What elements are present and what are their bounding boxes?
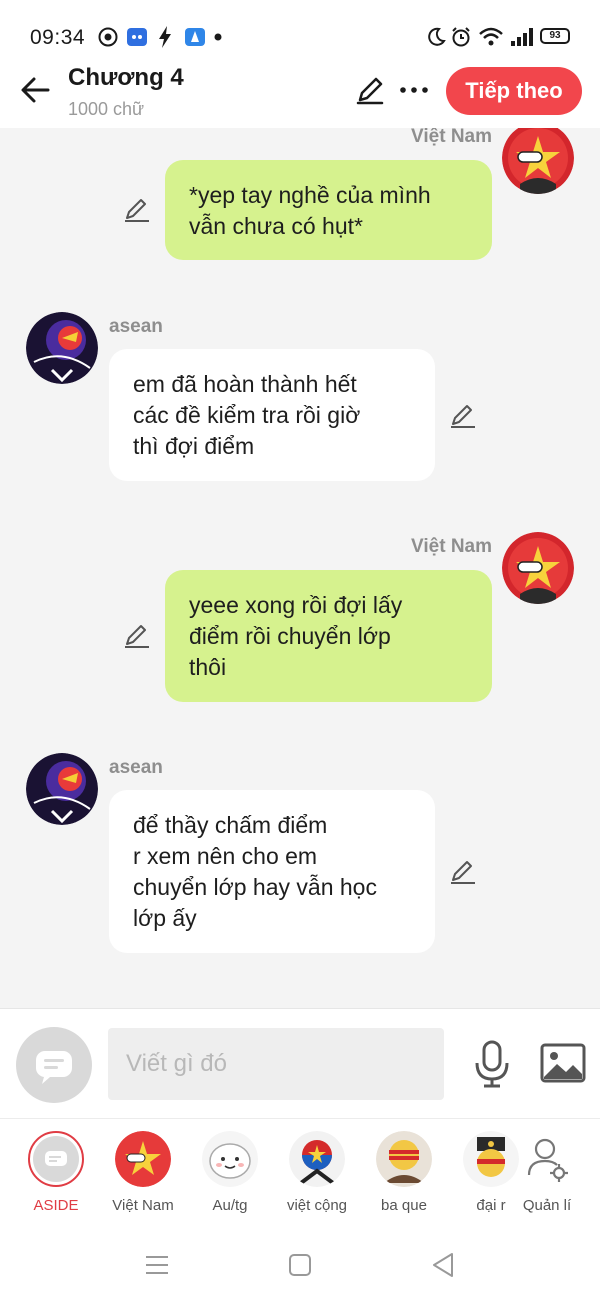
sender-name: Việt Nam bbox=[411, 536, 492, 557]
avatar bbox=[115, 1131, 171, 1187]
character-name: Au/tg bbox=[212, 1197, 248, 1214]
menu-icon[interactable] bbox=[142, 1250, 172, 1280]
avatar[interactable] bbox=[502, 128, 574, 194]
character-aside[interactable]: ASIDE bbox=[14, 1129, 98, 1229]
message-bubble[interactable]: yeee xong rồi đợi lấy điểm rồi chuyển lớ… bbox=[165, 570, 492, 702]
character-viet-cong[interactable]: việt cộng bbox=[275, 1129, 359, 1229]
avatar bbox=[376, 1131, 432, 1187]
message-bubble[interactable]: để thầy chấm điểm r xem nên cho em chuyể… bbox=[109, 790, 435, 953]
character-name: ba que bbox=[381, 1197, 427, 1214]
edit-icon[interactable] bbox=[448, 856, 478, 886]
battery-icon: 93 bbox=[540, 28, 570, 44]
edit-icon[interactable] bbox=[122, 620, 152, 650]
message-bubble[interactable]: *yep tay nghề của mình vẫn chưa có hụt* bbox=[165, 160, 492, 260]
character-name: Quản lí bbox=[522, 1197, 572, 1214]
microphone-icon[interactable] bbox=[472, 1039, 512, 1089]
dot-icon bbox=[214, 33, 222, 41]
sender-name: asean bbox=[109, 316, 163, 337]
app-icon bbox=[185, 28, 205, 46]
avatar bbox=[519, 1131, 575, 1187]
chat-area: Việt Nam *yep tay nghề của mình vẫn chưa… bbox=[0, 128, 600, 1008]
user-settings-icon bbox=[527, 1138, 568, 1182]
character-viet-nam[interactable]: Việt Nam bbox=[101, 1129, 185, 1229]
word-count: 1000 chữ bbox=[68, 99, 145, 119]
next-button[interactable]: Tiếp theo bbox=[446, 67, 582, 115]
edit-icon[interactable] bbox=[122, 194, 152, 224]
status-time: 09:34 bbox=[30, 26, 86, 49]
character-ba-que[interactable]: ba que bbox=[362, 1129, 446, 1229]
back-triangle-icon[interactable] bbox=[428, 1250, 458, 1280]
pencil-icon[interactable] bbox=[354, 74, 386, 106]
chat-bubble-icon bbox=[36, 1051, 72, 1084]
avatar[interactable] bbox=[502, 532, 574, 604]
system-navigation-bar bbox=[0, 1230, 600, 1300]
character-name: việt cộng bbox=[286, 1197, 348, 1214]
sender-name: asean bbox=[109, 757, 163, 778]
avatar bbox=[202, 1131, 258, 1187]
signal-icon bbox=[511, 28, 533, 46]
chat-editor-screen: 09:34 93 Chương 4 1000 chữ Tiếp theo Việ… bbox=[0, 0, 600, 1300]
more-icon[interactable] bbox=[398, 74, 430, 106]
image-icon[interactable] bbox=[540, 1043, 586, 1083]
page-title: Chương 4 bbox=[68, 64, 184, 91]
chapter-header: Chương 4 1000 chữ Tiếp theo bbox=[0, 60, 600, 128]
character-strip: ASIDE Việt Nam Au/tg việt cộng ba que đạ… bbox=[0, 1118, 600, 1230]
edit-icon[interactable] bbox=[448, 400, 478, 430]
moon-icon bbox=[428, 27, 446, 46]
alarm-icon bbox=[452, 27, 470, 47]
character-manage[interactable]: Quản lí bbox=[505, 1129, 589, 1229]
avatar[interactable] bbox=[26, 312, 98, 384]
avatar[interactable] bbox=[26, 753, 98, 825]
sender-name: Việt Nam bbox=[411, 128, 492, 147]
character-name: Việt Nam bbox=[112, 1197, 174, 1214]
character-au-tg[interactable]: Au/tg bbox=[188, 1129, 272, 1229]
discord-icon bbox=[127, 28, 147, 46]
flash-icon bbox=[159, 26, 171, 48]
character-name: ASIDE bbox=[33, 1197, 79, 1214]
compass-icon bbox=[98, 27, 118, 47]
wifi-icon bbox=[479, 27, 503, 46]
status-bar: 09:34 93 bbox=[0, 0, 600, 60]
aside-toggle-button[interactable] bbox=[16, 1027, 92, 1103]
back-arrow-icon[interactable] bbox=[18, 72, 54, 108]
composer-bar bbox=[0, 1008, 600, 1118]
home-square-icon[interactable] bbox=[285, 1250, 315, 1280]
message-bubble[interactable]: em đã hoàn thành hết các đề kiểm tra rồi… bbox=[109, 349, 435, 481]
message-input[interactable] bbox=[108, 1028, 444, 1100]
avatar bbox=[28, 1131, 84, 1187]
avatar bbox=[289, 1131, 345, 1187]
